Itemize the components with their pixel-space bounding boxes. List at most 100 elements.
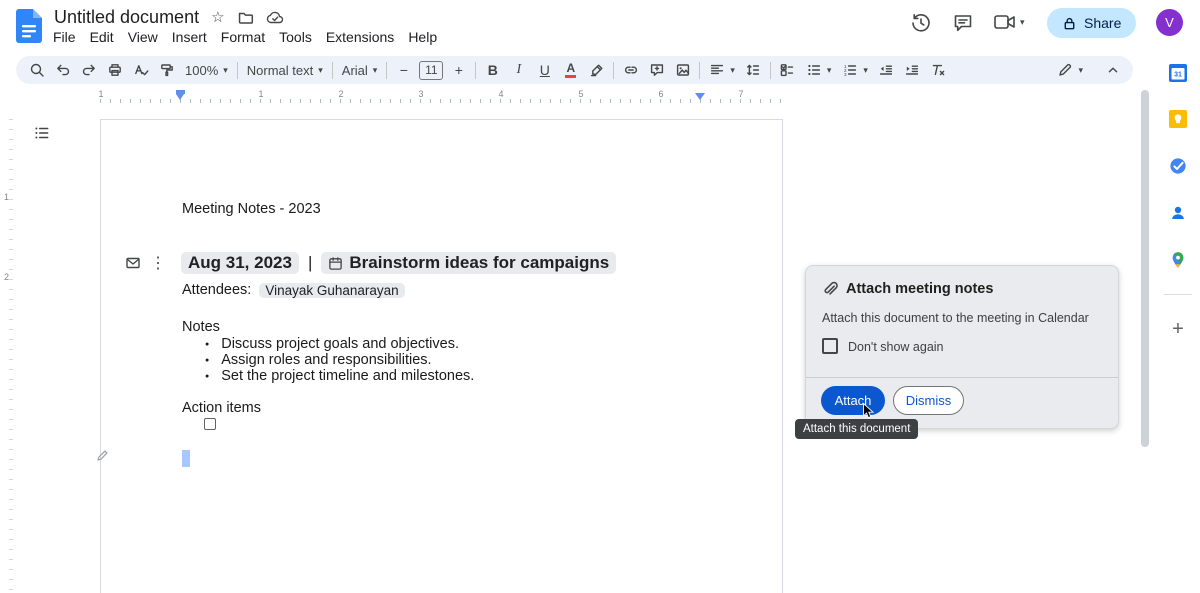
editing-mode-select[interactable]: ▾ bbox=[1052, 58, 1088, 83]
spelling-check-button[interactable] bbox=[128, 58, 153, 83]
plus-icon: + bbox=[455, 63, 463, 77]
paint-format-button[interactable] bbox=[154, 58, 179, 83]
share-button[interactable]: Share bbox=[1047, 8, 1136, 38]
right-indent-marker[interactable] bbox=[695, 93, 705, 100]
get-add-ons-button[interactable]: + bbox=[1167, 318, 1189, 340]
comments-button[interactable] bbox=[950, 10, 976, 36]
line-spacing-button[interactable] bbox=[741, 58, 766, 83]
undo-button[interactable] bbox=[50, 58, 75, 83]
event-chip[interactable]: Brainstorm ideas for campaigns bbox=[321, 252, 616, 274]
minus-icon: − bbox=[400, 63, 408, 77]
redo-button[interactable] bbox=[76, 58, 101, 83]
contacts-app-icon[interactable] bbox=[1167, 202, 1189, 224]
dialog-title: Attach meeting notes bbox=[846, 281, 993, 297]
tasks-app-icon[interactable] bbox=[1167, 155, 1189, 177]
menu-tools[interactable]: Tools bbox=[272, 27, 319, 47]
chevron-down-icon[interactable]: ▾ bbox=[1020, 18, 1025, 27]
bold-button[interactable]: B bbox=[480, 58, 505, 83]
align-select[interactable]: ▾ bbox=[704, 58, 740, 83]
font-size-input[interactable]: 11 bbox=[419, 61, 443, 80]
cloud-status-icon[interactable] bbox=[266, 10, 284, 25]
action-items-label[interactable]: Action items bbox=[182, 400, 261, 416]
action-item-checkbox[interactable] bbox=[204, 418, 216, 430]
star-icon[interactable]: ☆ bbox=[211, 10, 224, 25]
zoom-select[interactable]: 100% ▾ bbox=[180, 58, 233, 83]
checklist-button[interactable] bbox=[775, 58, 800, 83]
image-icon bbox=[675, 62, 691, 78]
maps-app-icon[interactable] bbox=[1167, 249, 1189, 271]
increase-indent-button[interactable] bbox=[900, 58, 925, 83]
font-select[interactable]: Arial ▾ bbox=[337, 58, 383, 83]
move-folder-icon[interactable] bbox=[237, 9, 254, 26]
version-history-button[interactable] bbox=[908, 10, 934, 36]
menu-view[interactable]: View bbox=[121, 27, 165, 47]
spellcheck-icon bbox=[133, 62, 149, 78]
numbered-list-button[interactable]: 123 ▾ bbox=[837, 58, 873, 83]
attach-meeting-notes-dialog: Attach meeting notes Attach this documen… bbox=[805, 265, 1119, 429]
menu-insert[interactable]: Insert bbox=[165, 27, 214, 47]
plus-icon: + bbox=[1172, 319, 1184, 339]
attendees-label[interactable]: Attendees: bbox=[182, 282, 251, 298]
bulleted-list-button[interactable]: ▾ bbox=[801, 58, 837, 83]
menu-extensions[interactable]: Extensions bbox=[319, 27, 401, 47]
toolbar-divider bbox=[475, 62, 476, 79]
insert-image-button[interactable] bbox=[670, 58, 695, 83]
highlight-color-button[interactable] bbox=[584, 58, 609, 83]
paperclip-icon bbox=[821, 280, 838, 297]
print-button[interactable] bbox=[102, 58, 127, 83]
margin-pen-icon[interactable] bbox=[96, 449, 109, 462]
dont-show-again-checkbox[interactable] bbox=[822, 338, 838, 354]
italic-button[interactable]: I bbox=[506, 58, 531, 83]
docs-logo-icon[interactable] bbox=[16, 9, 42, 43]
menu-edit[interactable]: Edit bbox=[83, 27, 121, 47]
video-camera-icon bbox=[993, 11, 1017, 33]
underline-button[interactable]: U bbox=[532, 58, 557, 83]
decrease-indent-button[interactable] bbox=[874, 58, 899, 83]
clear-formatting-button[interactable] bbox=[926, 58, 951, 83]
dont-show-again-label[interactable]: Don't show again bbox=[848, 340, 944, 354]
text-color-button[interactable]: A bbox=[558, 58, 583, 83]
vertical-scrollbar[interactable] bbox=[1141, 90, 1149, 447]
date-chip[interactable]: Aug 31, 2023 bbox=[181, 252, 299, 274]
menu-file[interactable]: File bbox=[46, 27, 83, 47]
ruler-number: 3 bbox=[418, 89, 423, 99]
meet-call-button[interactable]: ▾ bbox=[993, 11, 1025, 33]
list-item[interactable]: ● Set the project timeline and milestone… bbox=[205, 368, 474, 384]
chevron-down-icon: ▾ bbox=[863, 66, 868, 75]
more-options-icon[interactable]: ⋮ bbox=[150, 253, 166, 273]
avatar-letter: V bbox=[1165, 15, 1174, 30]
add-comment-button[interactable] bbox=[644, 58, 669, 83]
avatar[interactable]: V bbox=[1156, 9, 1183, 36]
document-page[interactable]: Meeting Notes - 2023 ⋮ Aug 31, 2023 | Br… bbox=[100, 119, 783, 593]
calendar-app-icon[interactable]: 31 bbox=[1167, 62, 1189, 84]
doc-line-title[interactable]: Meeting Notes - 2023 bbox=[182, 201, 321, 217]
menu-format[interactable]: Format bbox=[214, 27, 272, 47]
menu-help[interactable]: Help bbox=[401, 27, 444, 47]
decrease-font-size-button[interactable]: − bbox=[391, 58, 416, 83]
ruler-number: 7 bbox=[738, 89, 743, 99]
ruler-number: 6 bbox=[658, 89, 663, 99]
attendee-chip[interactable]: Vinayak Guhanarayan bbox=[259, 283, 404, 298]
clear-formatting-icon bbox=[930, 62, 946, 78]
document-title[interactable]: Untitled document bbox=[54, 7, 199, 28]
bulleted-list-icon bbox=[806, 62, 822, 78]
document-outline-button[interactable] bbox=[33, 124, 51, 142]
notes-label[interactable]: Notes bbox=[182, 319, 220, 335]
insert-link-button[interactable] bbox=[618, 58, 643, 83]
dismiss-button[interactable]: Dismiss bbox=[893, 386, 964, 415]
email-guests-button[interactable] bbox=[124, 255, 142, 271]
hide-menus-button[interactable] bbox=[1100, 58, 1125, 83]
keep-app-icon[interactable] bbox=[1167, 108, 1189, 130]
list-item[interactable]: ● Discuss project goals and objectives. bbox=[205, 336, 474, 352]
toolbar-divider bbox=[613, 62, 614, 79]
list-item[interactable]: ● Assign roles and responsibilities. bbox=[205, 352, 474, 368]
search-menus-button[interactable] bbox=[24, 58, 49, 83]
left-indent-marker[interactable] bbox=[176, 90, 185, 100]
paragraph-style-select[interactable]: Normal text ▾ bbox=[242, 58, 328, 83]
toolbar-divider bbox=[237, 62, 238, 79]
horizontal-ruler[interactable]: 1 1 2 3 4 5 6 7 bbox=[100, 88, 783, 104]
meeting-heading-row: Aug 31, 2023 | Brainstorm ideas for camp… bbox=[181, 252, 616, 274]
chevron-down-icon: ▾ bbox=[827, 66, 832, 75]
increase-font-size-button[interactable]: + bbox=[446, 58, 471, 83]
redo-icon bbox=[81, 62, 97, 78]
